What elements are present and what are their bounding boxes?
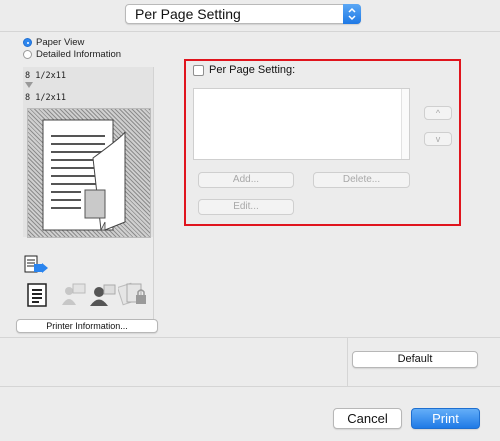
per-page-setting-list[interactable] xyxy=(193,88,410,160)
move-up-button[interactable]: ^ xyxy=(424,106,452,120)
secure-print-icon xyxy=(118,282,146,306)
add-button[interactable]: Add... xyxy=(198,172,294,188)
default-button[interactable]: Default xyxy=(352,351,478,368)
size-arrow-icon xyxy=(25,82,33,88)
original-paper-size: 8 1/2x11 xyxy=(25,71,66,81)
user-comment-icon xyxy=(62,283,86,305)
account-auth-icon xyxy=(90,284,116,306)
page-preview-icon xyxy=(42,119,126,231)
output-method-icon[interactable] xyxy=(24,255,52,277)
detailed-info-radio[interactable] xyxy=(23,50,32,59)
settings-category-select[interactable]: Per Page Setting xyxy=(125,4,361,24)
paper-view-radio[interactable] xyxy=(23,38,32,47)
cancel-button[interactable]: Cancel xyxy=(333,408,402,429)
print-button[interactable]: Print xyxy=(411,408,480,429)
paper-view-option[interactable]: Paper View xyxy=(23,37,84,48)
footer-divider xyxy=(0,386,500,387)
paper-view-label: Paper View xyxy=(36,37,85,48)
top-divider xyxy=(0,31,500,32)
settings-category-value: Per Page Setting xyxy=(135,6,241,22)
edit-button[interactable]: Edit... xyxy=(198,199,294,215)
paper-preview xyxy=(27,108,151,238)
per-page-setting-checkbox[interactable] xyxy=(193,65,204,76)
detailed-info-option[interactable]: Detailed Information xyxy=(23,49,121,60)
vertical-divider xyxy=(347,338,348,386)
per-page-setting-label: Per Page Setting: xyxy=(209,64,296,76)
lower-divider xyxy=(0,337,500,338)
select-stepper-icon xyxy=(343,4,361,24)
delete-button[interactable]: Delete... xyxy=(313,172,410,188)
output-paper-size: 8 1/2x11 xyxy=(25,93,66,103)
list-scrollbar[interactable] xyxy=(401,89,409,159)
move-down-button[interactable]: v xyxy=(424,132,452,146)
document-icon[interactable] xyxy=(27,283,49,307)
detailed-info-label: Detailed Information xyxy=(36,49,122,60)
printer-information-button[interactable]: Printer Information... xyxy=(16,319,158,333)
